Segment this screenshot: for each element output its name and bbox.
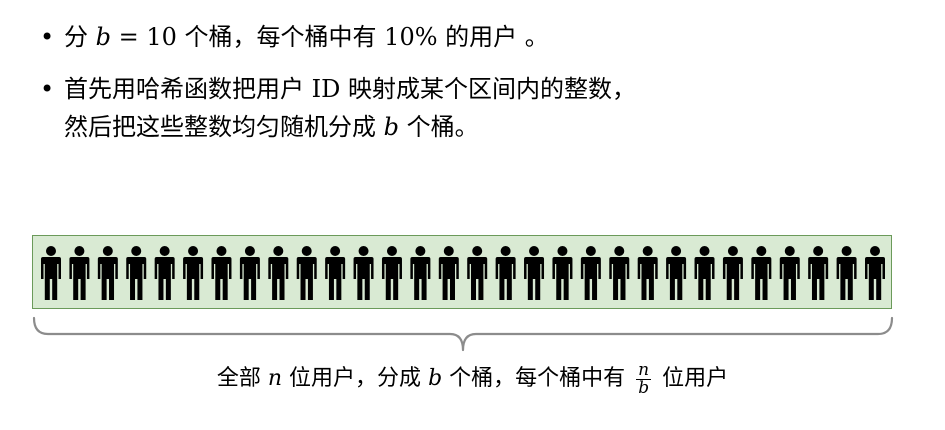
bullet-text: 然后把这些整数均匀随机分成 xyxy=(64,113,384,141)
person-icon xyxy=(325,246,346,300)
person-icon xyxy=(609,246,630,300)
person-icon xyxy=(410,246,431,300)
person-icon xyxy=(666,246,687,300)
math-variable-n: n xyxy=(267,366,283,391)
person-icon xyxy=(438,246,459,300)
bullet-text: = 10 个桶，每个桶中有 10% 的用户 。 xyxy=(111,23,549,51)
person-icon xyxy=(268,246,289,300)
person-icon xyxy=(211,246,232,300)
people-row xyxy=(41,246,885,300)
person-icon xyxy=(381,246,402,300)
person-icon xyxy=(183,246,204,300)
person-icon xyxy=(353,246,374,300)
math-variable-b: b xyxy=(428,366,443,391)
person-icon xyxy=(779,246,800,300)
caption-text: 位用户，分成 xyxy=(282,366,429,391)
math-variable-b: b xyxy=(95,23,112,51)
bullet-text: 个桶。 xyxy=(399,113,479,141)
people-box xyxy=(32,235,892,309)
person-icon xyxy=(836,246,857,300)
person-icon xyxy=(751,246,772,300)
bullet-line: 分 b = 10 个桶，每个桶中有 10% 的用户 。 xyxy=(64,18,918,56)
person-icon xyxy=(126,246,147,300)
bullet-item: • 分 b = 10 个桶，每个桶中有 10% 的用户 。 xyxy=(38,18,918,56)
person-icon xyxy=(495,246,516,300)
person-icon xyxy=(239,246,260,300)
caption: 全部 n 位用户，分成 b 个桶，每个桶中有 nb 位用户 xyxy=(0,360,945,397)
bullet-item: • 首先用哈希函数把用户 ID 映射成某个区间内的整数， 然后把这些整数均匀随机… xyxy=(38,70,918,146)
person-icon xyxy=(467,246,488,300)
person-icon xyxy=(552,246,573,300)
person-icon xyxy=(41,246,61,300)
person-icon xyxy=(694,246,715,300)
fraction-n-over-b: nb xyxy=(636,359,652,398)
person-icon xyxy=(69,246,90,300)
person-icon xyxy=(97,246,118,300)
bullet-list: • 分 b = 10 个桶，每个桶中有 10% 的用户 。 • 首先用哈希函数把… xyxy=(38,18,918,160)
caption-text: 位用户 xyxy=(655,366,729,391)
person-icon xyxy=(524,246,545,300)
fraction-denominator: b xyxy=(638,377,650,398)
person-icon xyxy=(296,246,317,300)
person-icon xyxy=(722,246,743,300)
person-icon xyxy=(865,246,885,300)
bullet-line: 然后把这些整数均匀随机分成 b 个桶。 xyxy=(64,108,918,146)
bullet-dot: • xyxy=(40,23,55,51)
math-variable-b: b xyxy=(383,113,400,141)
caption-text: 个桶，每个桶中有 xyxy=(442,366,633,391)
fraction-numerator: n xyxy=(636,359,652,380)
caption-text: 全部 xyxy=(216,366,268,391)
person-icon xyxy=(808,246,829,300)
bullet-dot: • xyxy=(40,75,55,103)
person-icon xyxy=(637,246,658,300)
bullet-line: 首先用哈希函数把用户 ID 映射成某个区间内的整数， xyxy=(64,70,918,108)
person-icon xyxy=(154,246,175,300)
bullet-text: 首先用哈希函数把用户 ID 映射成某个区间内的整数， xyxy=(64,75,636,103)
person-icon xyxy=(580,246,601,300)
bullet-text: 分 xyxy=(64,23,96,51)
